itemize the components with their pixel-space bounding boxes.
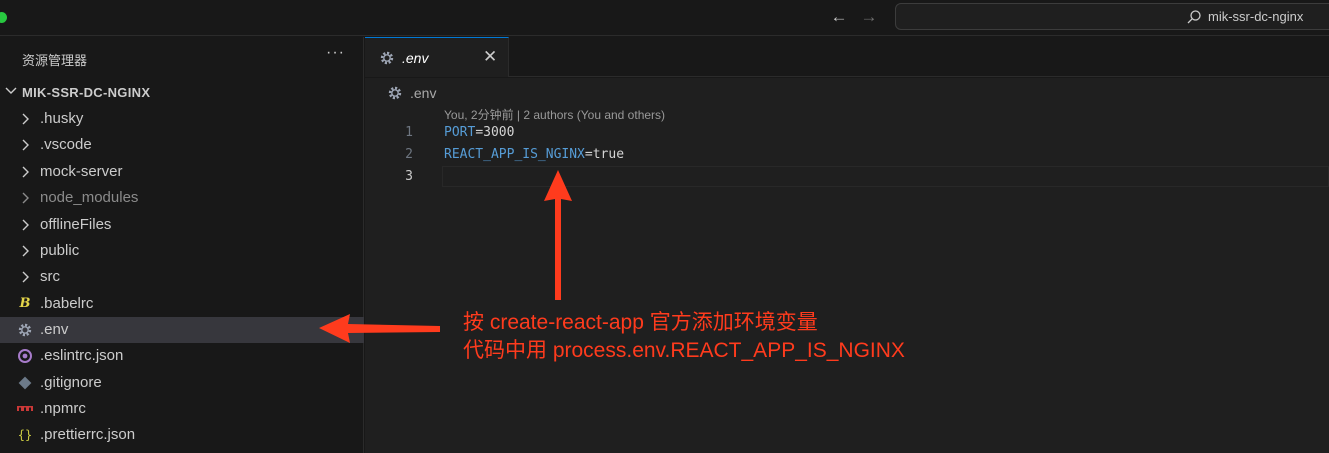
chevron-right-icon [22, 245, 29, 257]
search-icon [1187, 10, 1201, 24]
tree-item-label: .babelrc [40, 295, 94, 312]
tree-item-label: .gitignore [40, 374, 102, 391]
gear-icon [388, 86, 402, 100]
chevron-right-icon [22, 219, 29, 231]
tree-item-label: mock-server [40, 163, 123, 180]
annotation-line-1: 按 create-react-app 官方添加环境变量 [463, 311, 818, 334]
equals-sign: = [475, 125, 484, 140]
tree-item-vscode[interactable]: .vscode [0, 132, 364, 158]
tree-item-env[interactable]: .env [0, 317, 364, 343]
equals-sign: = [584, 147, 593, 162]
window-maximize-button[interactable] [0, 12, 7, 23]
breadcrumb-label: .env [410, 85, 437, 101]
explorer-sidebar: 资源管理器 ··· MIK-SSR-DC-NGINX .husky .vscod… [0, 37, 364, 453]
tree-item-offlinefiles[interactable]: offlineFiles [0, 212, 364, 238]
code-line[interactable]: 3 [365, 166, 1329, 188]
chevron-right-icon [22, 113, 29, 125]
tree-item-label: public [40, 242, 80, 259]
babel-icon: B [19, 296, 31, 311]
tree-item-eslintrc[interactable]: .eslintrc.json [0, 343, 364, 369]
chevron-right-icon [22, 192, 29, 204]
annotation-line-2: 代码中用 process.env.REACT_APP_IS_NGINX [463, 339, 905, 362]
tab-label: .env [402, 50, 429, 66]
line-number: 2 [405, 147, 413, 162]
gear-icon [380, 51, 394, 65]
chevron-down-icon [5, 87, 17, 94]
env-value: true [592, 147, 625, 162]
tree-item-public[interactable]: public [0, 238, 364, 264]
line-number: 3 [405, 169, 413, 184]
tab-env[interactable]: .env ✕ [365, 37, 509, 77]
tree-item-label: .env [40, 321, 69, 338]
tree-item-label: src [40, 268, 60, 285]
tree-item-husky[interactable]: .husky [0, 106, 364, 132]
code-line[interactable]: 2 REACT_APP_IS_NGINX=true [365, 144, 1329, 166]
tree-item-label: .npmrc [40, 400, 86, 417]
chevron-right-icon [22, 139, 29, 151]
tree-item-label: node_modules [40, 189, 139, 206]
root-folder-label: MIK-SSR-DC-NGINX [22, 85, 151, 100]
arrow-left-icon[interactable]: ← [828, 6, 850, 28]
git-icon [18, 376, 32, 390]
env-key: REACT_APP_IS_NGINX [444, 147, 585, 162]
sidebar-title: 资源管理器 [22, 53, 88, 68]
annotation-text: 按 create-react-app 官方添加环境变量 代码中用 process… [463, 309, 905, 365]
line-number: 1 [405, 125, 413, 140]
chevron-right-icon [22, 271, 29, 283]
tree-item-gitignore[interactable]: .gitignore [0, 370, 364, 396]
code-text: REACT_APP_IS_NGINX=true [444, 147, 624, 162]
editor-pane[interactable]: .env You, 2分钟前 | 2 authors (You and othe… [365, 78, 1329, 453]
tree-item-npmrc[interactable]: .npmrc [0, 396, 364, 422]
tree-item-label: offlineFiles [40, 216, 112, 233]
gear-icon [18, 323, 32, 337]
git-blame-codelens[interactable]: You, 2分钟前 | 2 authors (You and others) [444, 106, 665, 123]
command-center-label: mik-ssr-dc-nginx [1208, 9, 1304, 24]
close-icon[interactable]: ✕ [483, 47, 497, 67]
tree-item-mock-server[interactable]: mock-server [0, 159, 364, 185]
tree-item-label: .vscode [40, 136, 92, 153]
arrow-right-icon[interactable]: → [858, 6, 880, 28]
tree-item-label: .husky [40, 110, 84, 127]
npm-icon [17, 406, 33, 411]
code-text: PORT=3000 [444, 125, 514, 140]
chevron-right-icon [22, 166, 29, 178]
env-value: 3000 [483, 125, 515, 140]
editor-tab-bar: .env ✕ [365, 37, 1329, 77]
more-actions-button[interactable]: ··· [326, 44, 345, 62]
eslint-icon [18, 349, 32, 363]
tree-item-node-modules[interactable]: node_modules [0, 185, 364, 211]
tree-item-src[interactable]: src [0, 264, 364, 290]
tree-item-prettierrc[interactable]: {} .prettierrc.json [0, 422, 364, 448]
tree-item-label: .eslintrc.json [40, 347, 124, 364]
tree-item-label: .prettierrc.json [40, 426, 136, 443]
explorer-root-folder[interactable]: MIK-SSR-DC-NGINX [0, 81, 364, 103]
tree-item-babelrc[interactable]: B .babelrc [0, 291, 364, 317]
code-line[interactable]: 1 PORT=3000 [365, 122, 1329, 144]
title-bar: ← → mik-ssr-dc-nginx [0, 0, 1329, 36]
env-key: PORT [444, 125, 476, 140]
json-braces-icon: {} [17, 428, 33, 442]
command-center-search[interactable]: mik-ssr-dc-nginx [895, 3, 1329, 30]
